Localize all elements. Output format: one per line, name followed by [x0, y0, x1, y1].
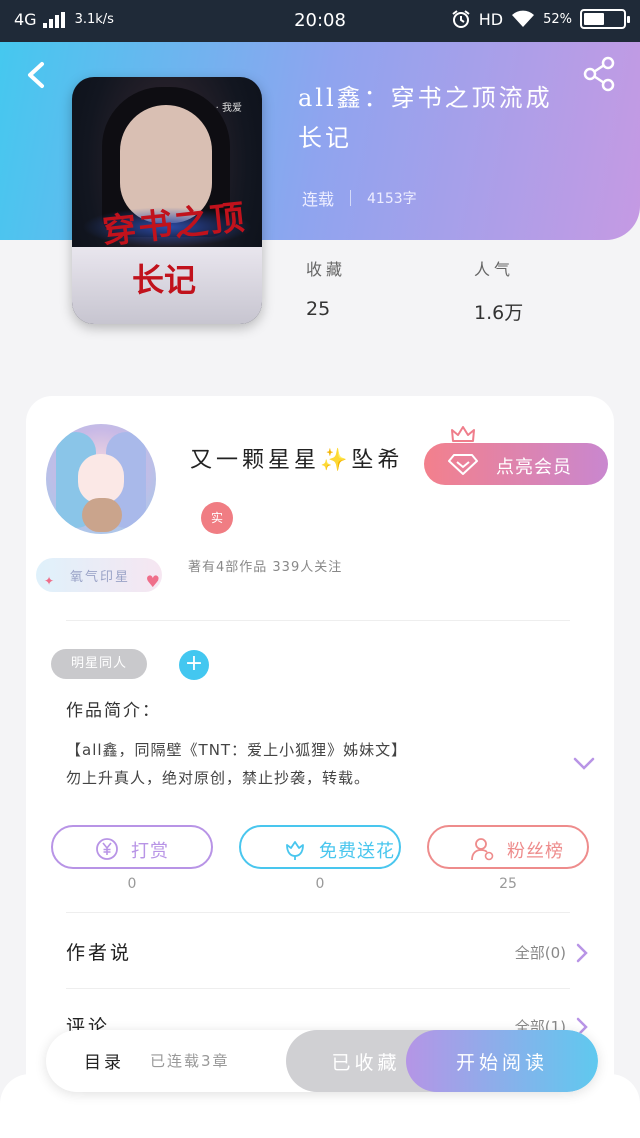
intro-line: 勿上升真人，绝对原创，禁止抄袭，转载。 — [66, 769, 371, 787]
yuan-icon — [96, 838, 118, 860]
toc-button[interactable]: 目录 — [84, 1048, 124, 1073]
intro-title: 作品简介： — [66, 701, 161, 721]
fan-count: 25 — [499, 876, 517, 892]
cover-title-line2: 长记 — [132, 261, 197, 299]
meta-separator — [350, 190, 352, 206]
stat-value: 1.6万 — [474, 302, 524, 324]
chevron-left-icon[interactable] — [20, 58, 54, 92]
user-rank-icon — [471, 838, 494, 861]
crown-icon — [451, 426, 475, 442]
intro-text: 【all鑫，同隔壁《TNT：爱上小狐狸》姊妹文】 勿上升真人，绝对原创，禁止抄袭… — [66, 736, 496, 792]
vip-button-label: 点亮会员 — [496, 457, 572, 477]
add-tag-button[interactable]: + — [179, 650, 209, 680]
divider — [66, 912, 570, 913]
divider — [66, 620, 570, 621]
author-note-all-label: 全部(0) — [514, 944, 566, 962]
intro-line: 【all鑫，同隔壁《TNT：爱上小狐狸》姊妹文】 — [66, 741, 408, 759]
genre-tag[interactable]: 明星同人 — [51, 649, 147, 679]
battery-percent: 52% — [543, 11, 572, 27]
flower-count: 0 — [315, 876, 325, 892]
flower-icon — [286, 841, 304, 860]
author-note-all[interactable]: 全部(0) — [515, 942, 588, 963]
badge-label: 氧气印星 — [70, 570, 131, 585]
bottom-action-bar: 目录 已连载3章 已收藏 开始阅读 — [46, 1030, 598, 1092]
author-name[interactable]: 又一颗星星✨坠希 — [190, 442, 403, 474]
reward-label: 打赏 — [131, 841, 169, 862]
fan-rank-label: 粉丝榜 — [507, 841, 564, 862]
send-flower-label: 免费送花 — [319, 841, 395, 862]
avatar-bear — [82, 498, 122, 532]
author-stats: 著有4部作品 339人关注 — [188, 560, 343, 575]
word-count: 4153字 — [367, 191, 417, 207]
reward-count: 0 — [127, 876, 137, 892]
heart-icon: ♥ — [145, 572, 160, 591]
fan-rank-button[interactable]: 粉丝榜 — [427, 825, 589, 869]
author-note-title: 作者说 — [66, 942, 133, 964]
book-title: all鑫：穿书之顶流成长记 — [298, 84, 553, 152]
book-cover[interactable]: 穿书之顶 长记 · 我爱 — [72, 77, 262, 324]
stat-label: 收藏 — [306, 260, 347, 279]
diamond-icon — [448, 454, 478, 475]
book-meta: 连载 4153字 — [302, 186, 417, 210]
share-icon[interactable] — [582, 56, 616, 92]
chevron-right-icon — [576, 943, 588, 962]
verified-badge: 实 — [201, 502, 233, 534]
cover-tag: · 我爱 — [215, 103, 242, 114]
status-right: HD 52% — [451, 9, 630, 29]
stat-popularity: 人气 1.6万 — [474, 256, 523, 325]
avatar[interactable] — [46, 424, 156, 534]
start-reading-button[interactable]: 开始阅读 — [406, 1030, 598, 1092]
divider — [66, 988, 570, 989]
vip-button[interactable]: 点亮会员 — [424, 443, 608, 485]
avatar-face — [78, 454, 124, 504]
alarm-icon — [452, 10, 470, 28]
stat-label: 人气 — [474, 260, 515, 279]
stat-value: 25 — [306, 298, 331, 320]
stat-favorites: 收藏 25 — [306, 256, 346, 320]
send-flower-button[interactable]: 免费送花 — [239, 825, 401, 869]
status-bar: 4G 3.1k/s 20:08 HD 52% — [0, 0, 640, 42]
battery-fill — [584, 13, 604, 25]
chevron-down-icon[interactable] — [572, 756, 596, 772]
reward-button[interactable]: 打赏 — [51, 825, 213, 869]
wifi-icon — [512, 10, 535, 27]
star-icon: ✦ — [44, 574, 55, 588]
hd-indicator: HD — [478, 9, 504, 29]
author-level-badge: ✦ 氧气印星 ♥ — [36, 558, 162, 592]
battery-icon — [580, 9, 630, 29]
chapter-progress: 已连载3章 — [150, 1052, 230, 1070]
book-status: 连载 — [302, 190, 335, 209]
